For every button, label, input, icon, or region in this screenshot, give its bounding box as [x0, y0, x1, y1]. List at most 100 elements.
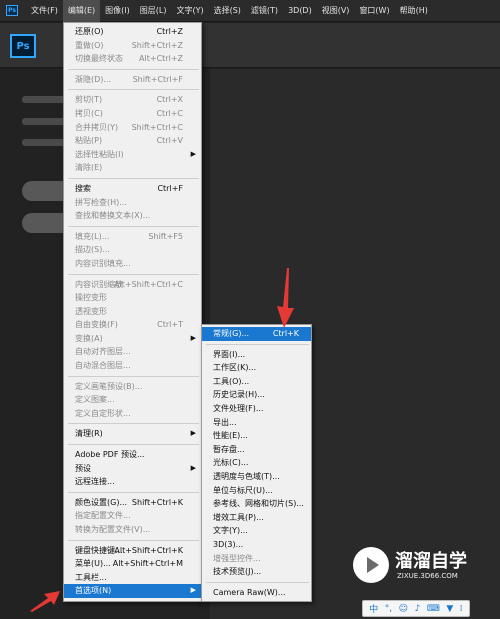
menu-item-presets[interactable]: 预设 ▶ — [64, 462, 201, 476]
menu-item-type[interactable]: 文字(Y)... — [202, 524, 311, 538]
menu-separator — [68, 177, 199, 179]
menu-item-convert-profile[interactable]: 转换为配置文件(V)... — [64, 523, 201, 537]
menu-separator — [68, 273, 199, 275]
ime-smile-icon[interactable]: ☺ — [399, 604, 408, 614]
photoshop-logo: Ps — [10, 34, 36, 58]
menu-filter[interactable]: 滤镜(T) — [246, 0, 283, 22]
menu-item-enhanced-controls[interactable]: 增强型控件... — [202, 552, 311, 566]
watermark: 溜溜自学 ZIXUE.3D66.COM — [353, 545, 473, 593]
ime-toolbar[interactable]: 中 °, ☺ ♪ ⌨ ▼ ⁞ — [362, 600, 470, 617]
menu-item-copy[interactable]: 拷贝(C) Ctrl+C — [64, 107, 201, 121]
menu-item-camera-raw[interactable]: Camera Raw(W)... — [202, 586, 311, 600]
ime-mic-icon[interactable]: ♪ — [415, 604, 421, 614]
menu-item-stroke[interactable]: 描边(S)... — [64, 243, 201, 257]
menu-item-performance[interactable]: 性能(E)... — [202, 429, 311, 443]
menu-separator — [68, 89, 199, 91]
edit-menu: 还原(O) Ctrl+Z 重做(O) Shift+Ctrl+Z 切换最终状态 Alt+… — [63, 22, 202, 602]
ime-keyboard-icon[interactable]: ⌨ — [427, 604, 440, 614]
watermark-title: 溜溜自学 — [395, 551, 467, 572]
menu-type[interactable]: 文字(Y) — [171, 0, 208, 22]
menu-separator — [206, 581, 309, 583]
menu-select[interactable]: 选择(S) — [209, 0, 246, 22]
menu-item-scratch-disks[interactable]: 暂存盘... — [202, 443, 311, 457]
annotation-arrow-icon — [30, 591, 60, 612]
ime-language[interactable]: 中 — [369, 602, 378, 615]
ime-punct-icon[interactable]: °, — [385, 604, 392, 614]
menu-item-assign-profile[interactable]: 指定配置文件... — [64, 509, 201, 523]
menu-item-fill[interactable]: 填充(L)... Shift+F5 — [64, 230, 201, 244]
menu-bar: Ps 文件(F) 编辑(E) 图像(I) 图层(L) 文字(Y) 选择(S) 滤… — [0, 0, 500, 22]
menu-separator — [68, 423, 199, 425]
menu-item-redo[interactable]: 重做(O) Shift+Ctrl+Z — [64, 39, 201, 53]
menu-item-keyboard-shortcuts[interactable]: 键盘快捷键... Alt+Shift+Ctrl+K — [64, 544, 201, 558]
ime-shirt-icon[interactable]: ▼ — [446, 604, 453, 614]
menu-item-toggle-last-state[interactable]: 切换最终状态 Alt+Ctrl+Z — [64, 52, 201, 66]
menu-item-purge[interactable]: 清理(R) ▶ — [64, 427, 201, 441]
menu-item-content-aware-scale[interactable]: 内容识别缩放 Alt+Shift+Ctrl+C — [64, 278, 201, 292]
menu-edit[interactable]: 编辑(E) — [62, 0, 101, 22]
menu-item-find-replace[interactable]: 查找和替换文本(X)... — [64, 209, 201, 223]
menu-item-define-brush[interactable]: 定义画笔预设(B)... — [64, 380, 201, 394]
menu-item-color-settings[interactable]: 颜色设置(G)... Shift+Ctrl+K — [64, 496, 201, 510]
menu-separator — [68, 225, 199, 227]
menu-item-cursors[interactable]: 光标(C)... — [202, 456, 311, 470]
menu-item-technology-previews[interactable]: 技术预览(J)... — [202, 565, 311, 579]
menu-item-3d[interactable]: 3D(3)... — [202, 538, 311, 552]
menu-item-free-transform[interactable]: 自由变换(F) Ctrl+T — [64, 318, 201, 332]
menu-layer[interactable]: 图层(L) — [135, 0, 172, 22]
menu-separator — [68, 444, 199, 446]
submenu-arrow-icon: ▶ — [190, 149, 196, 158]
menu-item-workspace[interactable]: 工作区(K)... — [202, 361, 311, 375]
menu-item-paste[interactable]: 粘贴(P) Ctrl+V — [64, 134, 201, 148]
menu-item-define-pattern[interactable]: 定义图案... — [64, 393, 201, 407]
menu-item-clear[interactable]: 清除(E) — [64, 161, 201, 175]
menu-3d[interactable]: 3D(D) — [283, 0, 317, 22]
menu-item-menus[interactable]: 菜单(U)... Alt+Shift+Ctrl+M — [64, 557, 201, 571]
menu-item-interface[interactable]: 界面(I)... — [202, 348, 311, 362]
photoshop-app-icon: Ps — [6, 5, 18, 16]
menu-item-file-handling[interactable]: 文件处理(F)... — [202, 402, 311, 416]
menu-item-transparency-gamut[interactable]: 透明度与色域(T)... — [202, 470, 311, 484]
menu-separator — [206, 343, 309, 345]
menu-item-define-shape[interactable]: 定义自定形状... — [64, 407, 201, 421]
ime-grid-icon[interactable]: ⁞ — [460, 604, 463, 614]
submenu-arrow-icon: ▶ — [190, 333, 196, 342]
submenu-arrow-icon: ▶ — [190, 429, 196, 438]
menu-item-toolbar[interactable]: 工具栏... — [64, 571, 201, 585]
menu-item-puppet-warp[interactable]: 操控变形 — [64, 291, 201, 305]
menu-item-copy-merged[interactable]: 合并拷贝(Y) Shift+Ctrl+C — [64, 121, 201, 135]
menu-item-undo[interactable]: 还原(O) Ctrl+Z — [64, 25, 201, 39]
menu-item-auto-blend-layers[interactable]: 自动混合图层... — [64, 359, 201, 373]
menu-item-tools[interactable]: 工具(O)... — [202, 375, 311, 389]
submenu-arrow-icon: ▶ — [190, 586, 196, 595]
menu-item-preferences[interactable]: 首选项(N) ▶ — [64, 584, 201, 598]
menu-item-plugins[interactable]: 增效工具(P)... — [202, 511, 311, 525]
preferences-submenu: 常规(G)... Ctrl+K 界面(I)... 工作区(K)... 工具(O).… — [201, 324, 312, 602]
menu-window[interactable]: 窗口(W) — [354, 0, 394, 22]
menu-separator — [68, 491, 199, 493]
menu-separator — [68, 375, 199, 377]
menu-item-content-aware-fill[interactable]: 内容识别填充... — [64, 257, 201, 271]
menu-help[interactable]: 帮助(H) — [395, 0, 433, 22]
menu-separator — [68, 68, 199, 70]
menu-item-transform[interactable]: 变换(A) ▶ — [64, 332, 201, 346]
menu-item-guides-grid-slices[interactable]: 参考线、网格和切片(S)... — [202, 497, 311, 511]
menu-item-pdf-presets[interactable]: Adobe PDF 预设... — [64, 448, 201, 462]
menu-item-search[interactable]: 搜索 Ctrl+F — [64, 182, 201, 196]
menu-item-cut[interactable]: 剪切(T) Ctrl+X — [64, 93, 201, 107]
menu-item-units-rulers[interactable]: 单位与标尺(U)... — [202, 484, 311, 498]
menu-item-remote-connections[interactable]: 远程连接... — [64, 475, 201, 489]
menu-item-perspective-warp[interactable]: 透视变形 — [64, 305, 201, 319]
menu-item-fade[interactable]: 渐隐(D)... Shift+Ctrl+F — [64, 73, 201, 87]
menu-file[interactable]: 文件(F) — [26, 0, 63, 22]
menu-separator — [68, 539, 199, 541]
menu-item-history-log[interactable]: 历史记录(H)... — [202, 388, 311, 402]
watermark-url: ZIXUE.3D66.COM — [397, 572, 458, 580]
menu-view[interactable]: 视图(V) — [317, 0, 355, 22]
submenu-arrow-icon: ▶ — [190, 463, 196, 472]
menu-item-export[interactable]: 导出... — [202, 416, 311, 430]
menu-item-auto-align-layers[interactable]: 自动对齐图层... — [64, 345, 201, 359]
menu-image[interactable]: 图像(I) — [100, 0, 135, 22]
menu-item-paste-special[interactable]: 选择性粘贴(I) ▶ — [64, 148, 201, 162]
menu-item-spell-check[interactable]: 拼写检查(H)... — [64, 196, 201, 210]
